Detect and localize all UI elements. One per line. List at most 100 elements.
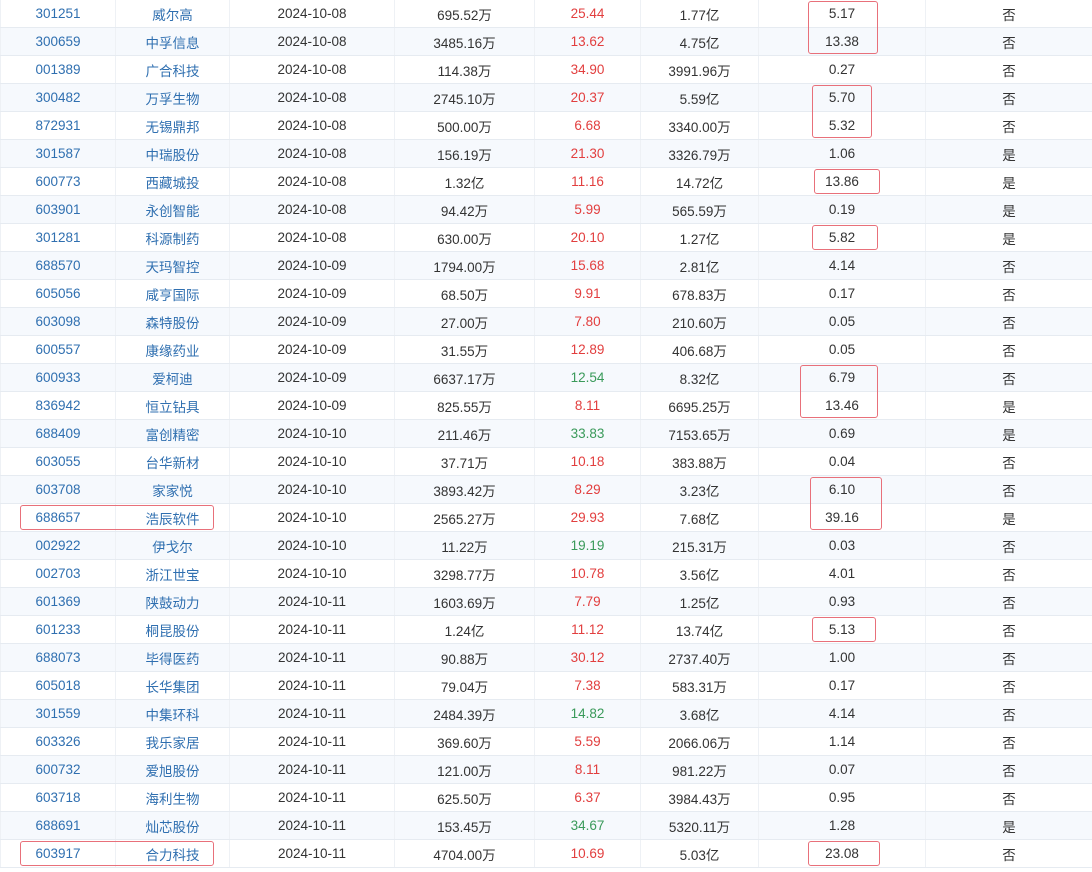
table-row[interactable]: 600933 爱柯迪 2024-10-09 6637.17万 12.54 8.32亿 6.7… (0, 363, 1092, 392)
table-row[interactable]: 300659 中孚信息 2024-10-08 3485.16万 13.62 4.75亿 13… (0, 27, 1092, 56)
table-row[interactable]: 836942 恒立钻具 2024-10-09 825.55万 8.11 6695.25万 1… (0, 391, 1092, 420)
stock-name-cell[interactable]: 康缘药业 (115, 335, 230, 364)
table-row[interactable]: 603708 家家悦 2024-10-10 3893.42万 8.29 3.23亿 6.10… (0, 475, 1092, 504)
value-cell: 3326.79万 (640, 139, 759, 168)
stock-code-cell[interactable]: 601233 (0, 615, 116, 644)
stock-name-cell[interactable]: 浙江世宝 (115, 559, 230, 588)
table-row[interactable]: 605056 咸亨国际 2024-10-09 68.50万 9.91 678.83万 0.1… (0, 279, 1092, 308)
stock-code-cell[interactable]: 600557 (0, 335, 116, 364)
table-row[interactable]: 603901 永创智能 2024-10-08 94.42万 5.99 565.59万 0.1… (0, 195, 1092, 224)
table-row[interactable]: 688691 灿芯股份 2024-10-11 153.45万 34.67 5320.11万… (0, 811, 1092, 840)
amount-cell: 79.04万 (394, 671, 535, 700)
table-row[interactable]: 600732 爱旭股份 2024-10-11 121.00万 8.11 981.22万 0.… (0, 755, 1092, 784)
table-row[interactable]: 603098 森特股份 2024-10-09 27.00万 7.80 210.60万 0.0… (0, 307, 1092, 336)
stock-code-cell[interactable]: 603098 (0, 307, 116, 336)
stock-name-cell[interactable]: 威尔高 (115, 0, 230, 28)
stock-code-cell[interactable]: 001389 (0, 55, 116, 84)
stock-name-cell[interactable]: 合力科技 (115, 839, 230, 868)
table-row[interactable]: 600773 西藏城投 2024-10-08 1.32亿 11.16 14.72亿 13.8… (0, 167, 1092, 196)
stock-name-cell[interactable]: 浩辰软件 (115, 503, 230, 532)
stock-code-cell[interactable]: 688409 (0, 419, 116, 448)
stock-code-cell[interactable]: 301251 (0, 0, 116, 28)
table-row[interactable]: 603718 海利生物 2024-10-11 625.50万 6.37 3984.43万 0… (0, 783, 1092, 812)
table-row[interactable]: 688409 富创精密 2024-10-10 211.46万 33.83 7153.65万… (0, 419, 1092, 448)
stock-code-cell[interactable]: 688570 (0, 251, 116, 280)
stock-code-cell[interactable]: 600732 (0, 755, 116, 784)
table-row[interactable]: 301587 中瑞股份 2024-10-08 156.19万 21.30 3326.79万… (0, 139, 1092, 168)
stock-name-cell[interactable]: 灿芯股份 (115, 811, 230, 840)
stock-name-cell[interactable]: 海利生物 (115, 783, 230, 812)
stock-code-cell[interactable]: 688691 (0, 811, 116, 840)
stock-code-cell[interactable]: 605018 (0, 671, 116, 700)
stock-name-cell[interactable]: 我乐家居 (115, 727, 230, 756)
stock-name-cell[interactable]: 台华新材 (115, 447, 230, 476)
table-row[interactable]: 002703 浙江世宝 2024-10-10 3298.77万 10.78 3.56亿 4.… (0, 559, 1092, 588)
value-cell: 8.32亿 (640, 363, 759, 392)
stock-name-cell[interactable]: 陕鼓动力 (115, 587, 230, 616)
stock-code-cell[interactable]: 688657 (0, 503, 116, 532)
stock-name-cell[interactable]: 永创智能 (115, 195, 230, 224)
stock-code-cell[interactable]: 301559 (0, 699, 116, 728)
stock-name-cell[interactable]: 万孚生物 (115, 83, 230, 112)
stock-code-cell[interactable]: 603708 (0, 475, 116, 504)
stock-name-cell[interactable]: 西藏城投 (115, 167, 230, 196)
stock-code-cell[interactable]: 603718 (0, 783, 116, 812)
stock-name-cell[interactable]: 长华集团 (115, 671, 230, 700)
stock-name-cell[interactable]: 咸亨国际 (115, 279, 230, 308)
table-row[interactable]: 601233 桐昆股份 2024-10-11 1.24亿 11.12 13.74亿 5.13… (0, 615, 1092, 644)
table-row[interactable]: 603917 合力科技 2024-10-11 4704.00万 10.69 5.03亿 23… (0, 839, 1092, 868)
stock-code-cell[interactable]: 605056 (0, 279, 116, 308)
stock-name-cell[interactable]: 中集环科 (115, 699, 230, 728)
stock-name-cell[interactable]: 中瑞股份 (115, 139, 230, 168)
table-row[interactable]: 603326 我乐家居 2024-10-11 369.60万 5.59 2066.06万 1… (0, 727, 1092, 756)
stock-code-cell[interactable]: 002922 (0, 531, 116, 560)
stock-code-cell[interactable]: 300659 (0, 27, 116, 56)
table-row[interactable]: 301251 威尔高 2024-10-08 695.52万 25.44 1.77亿 5.17… (0, 0, 1092, 28)
stock-code-cell[interactable]: 301587 (0, 139, 116, 168)
table-row[interactable]: 601369 陕鼓动力 2024-10-11 1603.69万 7.79 1.25亿 0.9… (0, 587, 1092, 616)
stock-code-cell[interactable]: 600933 (0, 363, 116, 392)
stock-code-cell[interactable]: 603901 (0, 195, 116, 224)
table-row[interactable]: 301559 中集环科 2024-10-11 2484.39万 14.82 3.68亿 4.… (0, 699, 1092, 728)
stock-code-cell[interactable]: 603326 (0, 727, 116, 756)
table-row[interactable]: 300482 万孚生物 2024-10-08 2745.10万 20.37 5.59亿 5.… (0, 83, 1092, 112)
table-row[interactable]: 600557 康缘药业 2024-10-09 31.55万 12.89 406.68万 0.… (0, 335, 1092, 364)
stock-name-cell[interactable]: 无锡鼎邦 (115, 111, 230, 140)
stock-name-cell[interactable]: 爱柯迪 (115, 363, 230, 392)
stock-code-cell[interactable]: 601369 (0, 587, 116, 616)
flag-cell: 否 (925, 587, 1092, 616)
table-row[interactable]: 688570 天玛智控 2024-10-09 1794.00万 15.68 2.81亿 4.… (0, 251, 1092, 280)
stock-code-cell[interactable]: 600773 (0, 167, 116, 196)
stock-code-cell[interactable]: 002703 (0, 559, 116, 588)
table-row[interactable]: 001389 广合科技 2024-10-08 114.38万 34.90 3991.96万… (0, 55, 1092, 84)
amount-cell: 11.22万 (394, 531, 535, 560)
stock-code-cell[interactable]: 836942 (0, 391, 116, 420)
stock-name-cell[interactable]: 广合科技 (115, 55, 230, 84)
stock-name-cell[interactable]: 天玛智控 (115, 251, 230, 280)
table-row[interactable]: 688657 浩辰软件 2024-10-10 2565.27万 29.93 7.68亿 39… (0, 503, 1092, 532)
stock-code-cell[interactable]: 603055 (0, 447, 116, 476)
stock-code-cell[interactable]: 688073 (0, 643, 116, 672)
stock-name-cell[interactable]: 富创精密 (115, 419, 230, 448)
amount-cell: 37.71万 (394, 447, 535, 476)
table-row[interactable]: 002922 伊戈尔 2024-10-10 11.22万 19.19 215.31万 0.0… (0, 531, 1092, 560)
table-row[interactable]: 603055 台华新材 2024-10-10 37.71万 10.18 383.88万 0.… (0, 447, 1092, 476)
table-row[interactable]: 605018 长华集团 2024-10-11 79.04万 7.38 583.31万 0.1… (0, 671, 1092, 700)
stock-name-cell[interactable]: 家家悦 (115, 475, 230, 504)
stock-code-cell[interactable]: 300482 (0, 83, 116, 112)
stock-name-cell[interactable]: 中孚信息 (115, 27, 230, 56)
stock-name-cell[interactable]: 恒立钻具 (115, 391, 230, 420)
stock-name-cell[interactable]: 爱旭股份 (115, 755, 230, 784)
table-row[interactable]: 688073 毕得医药 2024-10-11 90.88万 30.12 2737.40万 1… (0, 643, 1092, 672)
table-row[interactable]: 301281 科源制药 2024-10-08 630.00万 20.10 1.27亿 5.8… (0, 223, 1092, 252)
stock-code-cell[interactable]: 603917 (0, 839, 116, 868)
stock-code-cell[interactable]: 301281 (0, 223, 116, 252)
stock-name-cell[interactable]: 桐昆股份 (115, 615, 230, 644)
table-row[interactable]: 872931 无锡鼎邦 2024-10-08 500.00万 6.68 3340.00万 5… (0, 111, 1092, 140)
flag-cell: 否 (925, 447, 1092, 476)
stock-name-cell[interactable]: 森特股份 (115, 307, 230, 336)
stock-name-cell[interactable]: 科源制药 (115, 223, 230, 252)
stock-name-cell[interactable]: 伊戈尔 (115, 531, 230, 560)
stock-code-cell[interactable]: 872931 (0, 111, 116, 140)
stock-name-cell[interactable]: 毕得医药 (115, 643, 230, 672)
